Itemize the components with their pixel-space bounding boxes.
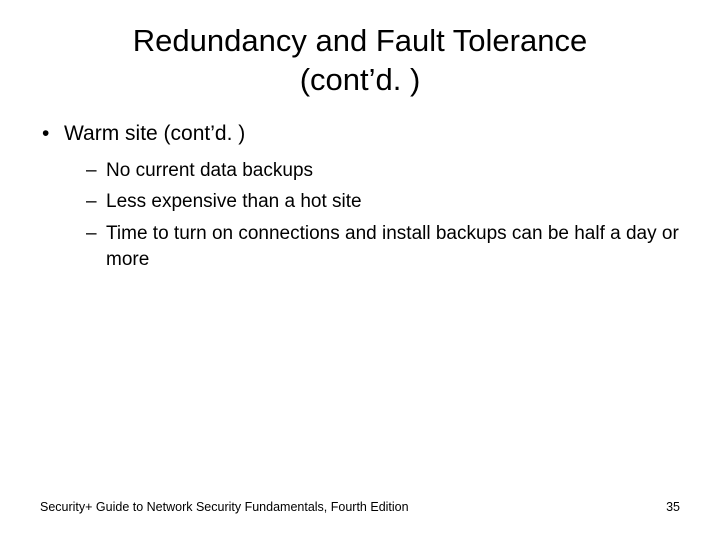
list-item: No current data backups xyxy=(86,158,680,184)
list-item: Less expensive than a hot site xyxy=(86,189,680,215)
bullet-text: Warm site (cont’d. ) xyxy=(64,122,245,145)
slide-body: Warm site (cont’d. ) No current data bac… xyxy=(0,100,720,273)
slide: Redundancy and Fault Tolerance (cont’d. … xyxy=(0,0,720,540)
slide-title: Redundancy and Fault Tolerance (cont’d. … xyxy=(0,0,720,100)
list-item: Time to turn on connections and install … xyxy=(86,221,680,272)
sub-bullet-text: Less expensive than a hot site xyxy=(106,191,362,212)
title-line-2: (cont’d. ) xyxy=(300,62,421,97)
footer-text: Security+ Guide to Network Security Fund… xyxy=(40,500,409,514)
sub-bullet-text: No current data backups xyxy=(106,160,313,181)
sub-bullet-list: No current data backups Less expensive t… xyxy=(64,158,680,273)
bullet-list: Warm site (cont’d. ) No current data bac… xyxy=(40,120,680,273)
page-number: 35 xyxy=(666,500,680,514)
title-line-1: Redundancy and Fault Tolerance xyxy=(133,23,587,58)
list-item: Warm site (cont’d. ) No current data bac… xyxy=(40,120,680,273)
sub-bullet-text: Time to turn on connections and install … xyxy=(106,223,679,270)
